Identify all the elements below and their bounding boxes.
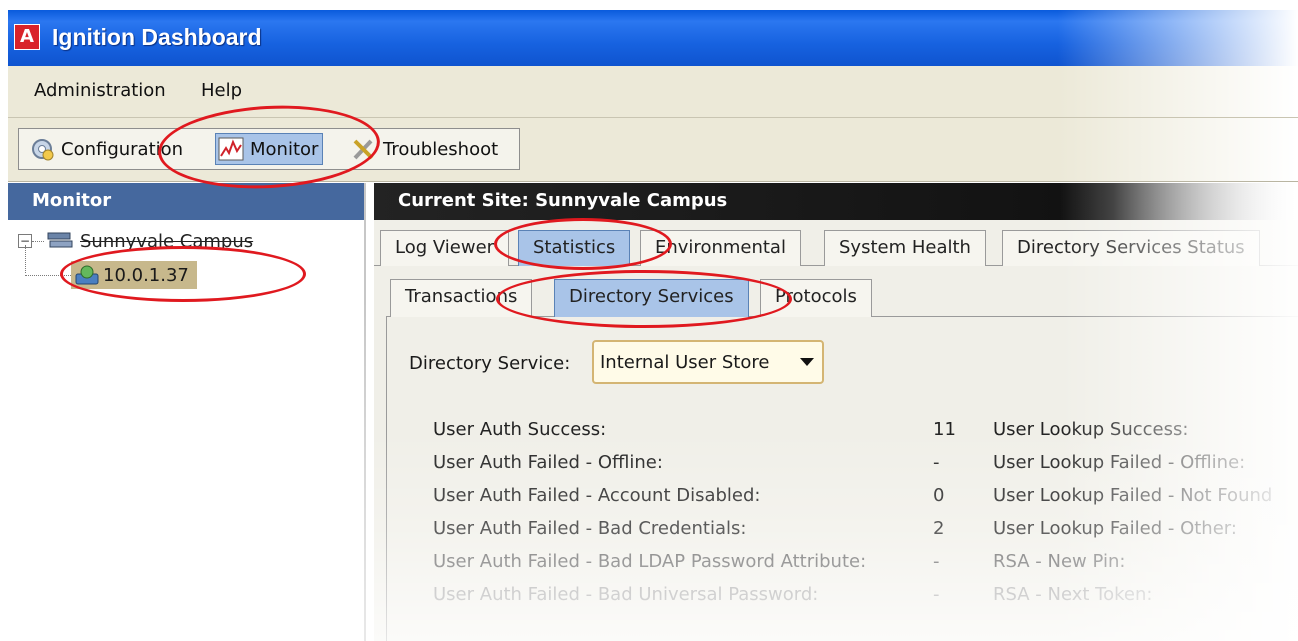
stat-label: User Auth Failed - Bad Universal Passwor… [433,584,819,605]
left-panel: Monitor − Sunnyvale Campus 10.0.1.37 [8,183,366,641]
main-tabs: Log Viewer Statistics Environmental Syst… [374,220,1298,266]
stat-label-right: User Lookup Failed - Other: [993,518,1237,539]
chart-line-icon [218,136,244,162]
stat-value: - [933,551,940,572]
tab-protocols[interactable]: Protocols [760,279,872,317]
device-icon [75,264,99,286]
stat-value: 11 [933,419,956,440]
tab-system-health[interactable]: System Health [824,230,986,266]
stat-label-right: User Lookup Failed - Offline: [993,452,1246,473]
stat-label: User Auth Success: [433,419,607,440]
tree-device-label: 10.0.1.37 [103,264,189,286]
tools-icon [351,136,377,162]
stat-label-right: RSA - New Pin: [993,551,1126,572]
window-title: Ignition Dashboard [52,24,262,50]
configuration-button[interactable]: Configuration [29,133,183,165]
configuration-label: Configuration [61,138,184,160]
menu-help[interactable]: Help [201,80,242,101]
tab-statistics[interactable]: Statistics [518,230,631,266]
right-panel: Current Site: Sunnyvale Campus Log Viewe… [374,183,1298,641]
chevron-down-icon[interactable] [800,358,814,366]
server-icon [46,230,74,252]
tab-environmental[interactable]: Environmental [640,230,801,266]
toolbar-button-group: Configuration Monitor Troubleshoot [18,128,520,170]
stat-label-right: RSA - Next Token: [993,584,1153,605]
stat-value: 0 [933,485,945,506]
directory-service-select[interactable]: Internal User Store [592,340,824,384]
title-bar: A Ignition Dashboard [8,10,1298,66]
toolbar: Configuration Monitor Troubleshoot [8,118,1298,182]
tab-log-viewer[interactable]: Log Viewer [380,230,510,266]
monitor-button[interactable]: Monitor [215,133,324,165]
directory-service-label: Directory Service: [409,353,571,374]
statistics-content: Directory Service: Internal User Store U… [386,317,1298,641]
tab-transactions[interactable]: Transactions [390,279,533,317]
monitor-label: Monitor [250,138,319,160]
stat-label-right: User Lookup Failed - Not Found [993,485,1273,506]
troubleshoot-label: Troubleshoot [383,138,499,160]
tree-node-site[interactable]: − Sunnyvale Campus [18,230,253,252]
sub-tabs: Transactions Directory Services Protocol… [386,273,1298,317]
troubleshoot-button[interactable]: Troubleshoot [351,133,498,165]
tab-directory-services-status[interactable]: Directory Services Status [1002,230,1260,266]
stat-label: User Auth Failed - Offline: [433,452,663,473]
stat-value: - [933,584,940,605]
stat-value: 2 [933,518,945,539]
tree-site-label: Sunnyvale Campus [80,230,254,252]
tab-directory-services[interactable]: Directory Services [554,279,749,317]
current-site-header: Current Site: Sunnyvale Campus [374,183,1298,220]
app-logo-icon: A [14,24,40,50]
stat-label: User Auth Failed - Bad Credentials: [433,518,747,539]
left-panel-header: Monitor [8,183,364,220]
stat-label: User Auth Failed - Account Disabled: [433,485,761,506]
stat-label-right: User Lookup Success: [993,419,1189,440]
app-window: A Ignition Dashboard Administration Help… [8,0,1298,641]
menu-administration[interactable]: Administration [34,80,166,101]
stat-value: - [933,452,940,473]
directory-service-value: Internal User Store [600,352,770,373]
stat-label: User Auth Failed - Bad LDAP Password Att… [433,551,867,572]
tree-node-device[interactable]: 10.0.1.37 [25,261,197,289]
gear-icon [29,136,55,162]
tree-device-selected[interactable]: 10.0.1.37 [71,261,197,289]
menu-bar: Administration Help [8,66,1298,118]
